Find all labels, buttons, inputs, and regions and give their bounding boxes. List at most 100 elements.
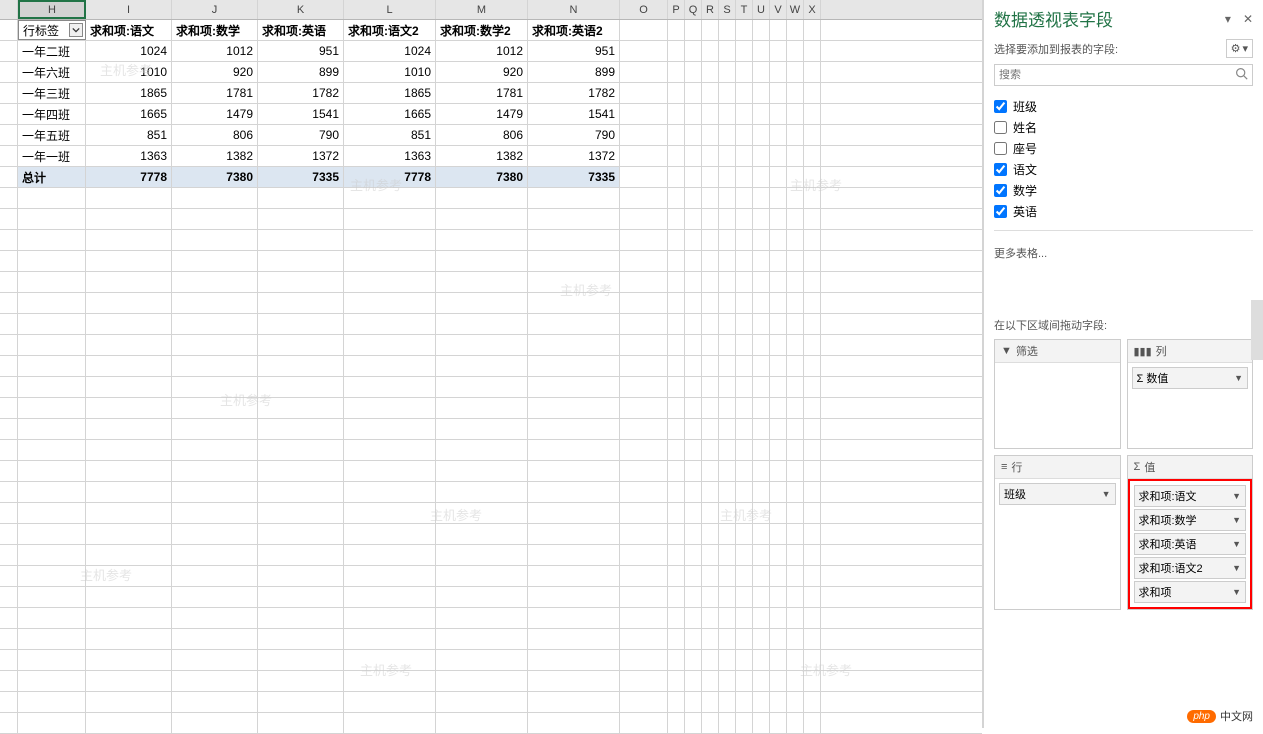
area-field-item[interactable]: 求和项:数学▼ [1134,509,1247,531]
cell[interactable] [668,440,685,460]
cell[interactable] [620,314,668,334]
cell[interactable] [258,377,344,397]
cell[interactable] [736,83,753,103]
cell[interactable]: 1382 [436,146,528,166]
cell[interactable] [258,314,344,334]
cell[interactable] [344,293,436,313]
cell[interactable] [258,608,344,628]
cell[interactable] [719,419,736,439]
cell[interactable] [528,293,620,313]
cell[interactable] [620,440,668,460]
cell[interactable] [702,608,719,628]
cell[interactable] [172,629,258,649]
cell[interactable] [620,146,668,166]
cell[interactable]: 1665 [86,104,172,124]
cell[interactable] [86,503,172,523]
cell[interactable] [736,62,753,82]
cell[interactable] [258,524,344,544]
cell[interactable] [620,293,668,313]
cell[interactable] [770,671,787,691]
cell[interactable] [804,608,821,628]
cell[interactable] [620,629,668,649]
cell[interactable] [528,692,620,712]
cell[interactable] [18,524,86,544]
cell[interactable] [702,209,719,229]
cell[interactable] [702,314,719,334]
cell[interactable]: 一年六班 [18,62,86,82]
cell[interactable] [172,377,258,397]
cell[interactable]: 1024 [344,41,436,61]
cell[interactable] [702,419,719,439]
cell[interactable] [770,629,787,649]
cell[interactable] [753,230,770,250]
cell[interactable] [685,104,702,124]
cell[interactable] [344,440,436,460]
cell[interactable] [620,671,668,691]
cell[interactable] [668,671,685,691]
cell[interactable] [719,377,736,397]
cell[interactable] [804,314,821,334]
cell[interactable] [753,314,770,334]
cell[interactable] [172,209,258,229]
cell[interactable]: 1363 [86,146,172,166]
cell[interactable] [685,356,702,376]
scrollbar-thumb[interactable] [1251,300,1263,360]
cell[interactable] [18,650,86,670]
cell[interactable] [736,650,753,670]
cell[interactable] [787,293,804,313]
cell[interactable] [18,608,86,628]
cell[interactable] [668,419,685,439]
cell[interactable] [804,629,821,649]
cell[interactable] [719,62,736,82]
column-header[interactable]: N [528,0,620,19]
cell[interactable] [344,398,436,418]
cell[interactable] [436,482,528,502]
cell[interactable] [804,524,821,544]
cell[interactable] [436,503,528,523]
cell[interactable] [804,503,821,523]
cell[interactable] [753,125,770,145]
cell[interactable] [620,209,668,229]
cell[interactable]: 790 [258,125,344,145]
cell[interactable] [620,188,668,208]
cell[interactable] [18,272,86,292]
cell[interactable] [344,713,436,733]
cell[interactable] [685,713,702,733]
cell[interactable] [702,272,719,292]
cell[interactable] [344,230,436,250]
cell[interactable] [436,293,528,313]
cell[interactable] [436,608,528,628]
cell[interactable] [719,83,736,103]
cell[interactable] [668,524,685,544]
cell[interactable] [804,272,821,292]
cell[interactable] [668,251,685,271]
cell[interactable] [18,356,86,376]
cell[interactable] [753,377,770,397]
cell[interactable] [668,566,685,586]
cell[interactable] [753,272,770,292]
cell[interactable] [753,356,770,376]
cell[interactable] [787,167,804,187]
cell[interactable] [528,545,620,565]
cell[interactable] [668,692,685,712]
cell[interactable] [528,503,620,523]
cell[interactable] [258,461,344,481]
cell[interactable] [436,671,528,691]
cell[interactable] [702,293,719,313]
cell[interactable] [719,335,736,355]
cell[interactable] [344,209,436,229]
cell[interactable] [528,356,620,376]
cell[interactable] [86,545,172,565]
cell[interactable] [258,398,344,418]
cell[interactable] [753,608,770,628]
cell[interactable] [753,650,770,670]
cell[interactable] [528,398,620,418]
cell[interactable]: 1541 [528,104,620,124]
cell[interactable] [787,692,804,712]
cell[interactable] [668,293,685,313]
cell[interactable] [719,356,736,376]
cell[interactable]: 7380 [172,167,258,187]
cell[interactable]: 1865 [86,83,172,103]
field-checkbox[interactable] [994,184,1007,197]
cell[interactable] [668,83,685,103]
